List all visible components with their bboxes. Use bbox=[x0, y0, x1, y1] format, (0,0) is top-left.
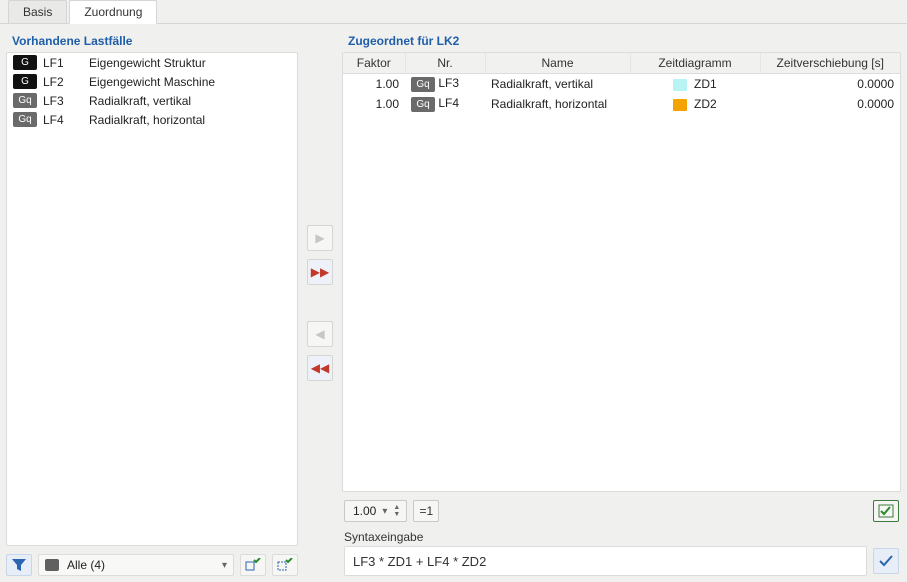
cell-faktor[interactable]: 1.00 bbox=[343, 94, 405, 114]
move-right-button[interactable]: ▶ bbox=[307, 225, 333, 251]
loadcase-badge: Gq bbox=[411, 97, 435, 112]
assigned-table[interactable]: Faktor Nr. Name Zeitdiagramm Zeitverschi… bbox=[343, 53, 900, 114]
chevron-down-icon: ▾ bbox=[382, 506, 387, 517]
col-faktor[interactable]: Faktor bbox=[343, 53, 405, 74]
list-item[interactable]: G LF2 Eigengewicht Maschine bbox=[7, 72, 297, 91]
app-root: Basis Zuordnung Vorhandene Lastfälle G L… bbox=[0, 0, 907, 582]
loadcase-badge: G bbox=[13, 55, 37, 70]
filter-button[interactable] bbox=[6, 554, 32, 576]
loadcase-code: LF2 bbox=[43, 75, 83, 89]
cell-zeitverschiebung[interactable]: 0.0000 bbox=[760, 94, 900, 114]
loadcase-name: Eigengewicht Struktur bbox=[89, 56, 291, 70]
loadcase-badge: Gq bbox=[13, 93, 37, 108]
move-all-right-button[interactable]: ▶▶ bbox=[307, 259, 333, 285]
col-nr[interactable]: Nr. bbox=[405, 53, 485, 74]
cell-faktor[interactable]: 1.00 bbox=[343, 74, 405, 95]
factor-spinner[interactable]: 1.00 ▾ ▲ ▼ bbox=[344, 500, 407, 522]
available-list[interactable]: G LF1 Eigengewicht Struktur G LF2 Eigeng… bbox=[6, 52, 298, 546]
col-name[interactable]: Name bbox=[485, 53, 630, 74]
cell-nr[interactable]: Gq LF4 bbox=[405, 94, 485, 114]
zd-label: ZD1 bbox=[694, 77, 717, 91]
loadcase-code: LF4 bbox=[438, 96, 459, 110]
transfer-column: ▶ ▶▶ ◀ ◀◀ bbox=[298, 30, 342, 576]
filter-select-label: Alle (4) bbox=[67, 558, 105, 572]
move-left-button[interactable]: ◀ bbox=[307, 321, 333, 347]
spinner-down-icon[interactable]: ▼ bbox=[393, 511, 400, 518]
list-item[interactable]: Gq LF3 Radialkraft, vertikal bbox=[7, 91, 297, 110]
available-title: Vorhandene Lastfälle bbox=[6, 30, 298, 52]
filter-select[interactable]: Alle (4) ▾ bbox=[38, 554, 234, 576]
cell-name[interactable]: Radialkraft, vertikal bbox=[485, 74, 630, 95]
loadcase-badge: G bbox=[13, 74, 37, 89]
loadcase-badge: Gq bbox=[13, 112, 37, 127]
loadcase-name: Radialkraft, horizontal bbox=[89, 113, 291, 127]
color-chip bbox=[673, 99, 687, 111]
loadcase-code: LF3 bbox=[43, 94, 83, 108]
available-panel: Vorhandene Lastfälle G LF1 Eigengewicht … bbox=[6, 30, 298, 576]
validate-button[interactable] bbox=[873, 500, 899, 522]
chevron-down-icon: ▾ bbox=[222, 560, 227, 571]
table-empty-area bbox=[343, 114, 900, 491]
move-all-left-button[interactable]: ◀◀ bbox=[307, 355, 333, 381]
tab-basis[interactable]: Basis bbox=[8, 0, 67, 23]
table-row[interactable]: 1.00 Gq LF3 Radialkraft, vertikal ZD1 bbox=[343, 74, 900, 95]
main-area: Vorhandene Lastfälle G LF1 Eigengewicht … bbox=[0, 24, 907, 582]
assigned-inner: Faktor Nr. Name Zeitdiagramm Zeitverschi… bbox=[342, 52, 901, 576]
loadcase-name: Eigengewicht Maschine bbox=[89, 75, 291, 89]
cell-name[interactable]: Radialkraft, horizontal bbox=[485, 94, 630, 114]
tab-zuordnung[interactable]: Zuordnung bbox=[69, 0, 157, 24]
available-toolbar: Alle (4) ▾ bbox=[6, 546, 298, 576]
col-zeitdiagramm[interactable]: Zeitdiagramm bbox=[630, 53, 760, 74]
apply-syntax-button[interactable] bbox=[873, 548, 899, 574]
select-all-button[interactable] bbox=[240, 554, 266, 576]
reset-factor-button[interactable]: =1 bbox=[413, 500, 439, 522]
loadcase-name: Radialkraft, vertikal bbox=[89, 94, 291, 108]
assigned-title: Zugeordnet für LK2 bbox=[342, 30, 901, 52]
table-header-row: Faktor Nr. Name Zeitdiagramm Zeitverschi… bbox=[343, 53, 900, 74]
syntax-input[interactable] bbox=[344, 546, 867, 576]
syntax-label: Syntaxeingabe bbox=[342, 524, 901, 546]
assigned-table-wrap: Faktor Nr. Name Zeitdiagramm Zeitverschi… bbox=[342, 52, 901, 492]
col-zeitverschiebung[interactable]: Zeitverschiebung [s] bbox=[760, 53, 900, 74]
spinner-arrows[interactable]: ▲ ▼ bbox=[393, 504, 400, 518]
deselect-all-button[interactable] bbox=[272, 554, 298, 576]
factor-spinner-value: 1.00 bbox=[353, 504, 376, 518]
loadcase-badge: Gq bbox=[411, 77, 435, 92]
loadcase-code: LF1 bbox=[43, 56, 83, 70]
list-item[interactable]: Gq LF4 Radialkraft, horizontal bbox=[7, 110, 297, 129]
table-row[interactable]: 1.00 Gq LF4 Radialkraft, horizontal ZD2 bbox=[343, 94, 900, 114]
tabstrip: Basis Zuordnung bbox=[0, 0, 907, 24]
cell-nr[interactable]: Gq LF3 bbox=[405, 74, 485, 95]
cell-zeitverschiebung[interactable]: 0.0000 bbox=[760, 74, 900, 95]
zd-label: ZD2 bbox=[694, 97, 717, 111]
syntax-row bbox=[342, 546, 901, 576]
loadcase-code: LF3 bbox=[438, 76, 459, 90]
list-item[interactable]: G LF1 Eigengewicht Struktur bbox=[7, 53, 297, 72]
assigned-panel: Zugeordnet für LK2 Faktor Nr. Name Zeit bbox=[342, 30, 901, 576]
cell-zeitdiagramm[interactable]: ZD2 bbox=[630, 94, 760, 114]
cell-zeitdiagramm[interactable]: ZD1 bbox=[630, 74, 760, 95]
spinner-up-icon[interactable]: ▲ bbox=[393, 504, 400, 511]
loadcase-code: LF4 bbox=[43, 113, 83, 127]
factor-controls: 1.00 ▾ ▲ ▼ =1 bbox=[342, 492, 901, 524]
color-chip bbox=[673, 79, 687, 91]
